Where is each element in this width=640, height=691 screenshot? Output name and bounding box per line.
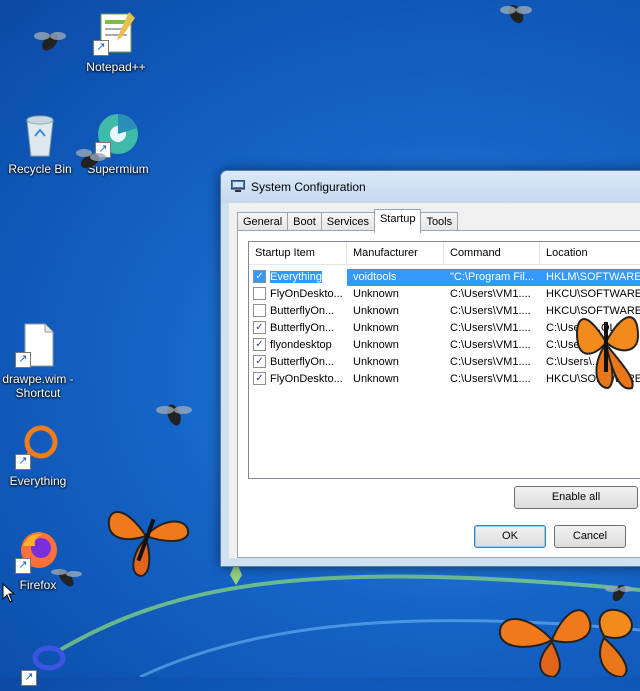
desktop-icon-label: drawpe.wim - Shortcut: [2, 372, 74, 400]
command-cell: C:\Users\VM1....: [450, 356, 531, 368]
shortcut-arrow-icon: ↗: [15, 352, 31, 368]
list-header: Startup Item Manufacturer Command Locati…: [249, 242, 640, 265]
desktop-icon-everything[interactable]: ↗ Everything: [0, 424, 76, 488]
startup-item-name: FlyOnDeskto...: [270, 373, 343, 385]
command-cell: C:\Users\VM1....: [450, 322, 531, 334]
recycle-bin-icon: [17, 112, 63, 158]
startup-item-cell: ✓ ButterflyOn...: [249, 320, 345, 337]
startup-item-name: ButterflyOn...: [270, 322, 335, 334]
manufacturer-cell: Unknown: [353, 356, 399, 368]
manufacturer-cell: Unknown: [353, 288, 399, 300]
window-title: System Configuration: [251, 180, 366, 194]
desktop-icon-partial[interactable]: ↗: [6, 640, 82, 690]
tab-services[interactable]: Services: [320, 212, 375, 232]
startup-item-cell: FlyOnDeskto...: [249, 286, 345, 303]
startup-item-cell: ButterflyOn...: [249, 303, 345, 320]
startup-item-cell: ✓ FlyOnDeskto...: [249, 371, 345, 388]
desktop-icon-label: Everything: [9, 474, 67, 488]
cancel-button[interactable]: Cancel: [554, 525, 626, 548]
butterfly-icon: [498, 608, 633, 677]
fly-icon: [500, 4, 532, 24]
enable-checkbox[interactable]: [253, 286, 266, 300]
column-header-manufacturer[interactable]: Manufacturer: [347, 242, 444, 264]
shortcut-arrow-icon: ↗: [15, 454, 31, 470]
manufacturer-cell: Unknown: [353, 339, 399, 351]
tab-startup[interactable]: Startup: [373, 209, 422, 233]
startup-item-name: ButterflyOn...: [270, 305, 335, 317]
column-header-startup-item[interactable]: Startup Item: [249, 242, 347, 264]
column-header-command[interactable]: Command: [444, 242, 540, 264]
file-icon: ↗: [15, 322, 61, 368]
mouse-cursor-icon: [2, 583, 16, 603]
command-cell: C:\Users\VM1....: [450, 373, 531, 385]
command-cell: C:\Users\VM1....: [450, 288, 531, 300]
command-cell: C:\Users\VM1....: [450, 339, 531, 351]
tab-general[interactable]: General: [237, 212, 289, 232]
desktop-icon-label: Recycle Bin: [8, 162, 72, 176]
startup-item-name: Everything: [270, 271, 322, 283]
enable-checkbox[interactable]: ✓: [253, 371, 266, 385]
startup-item-name: FlyOnDeskto...: [270, 288, 343, 300]
app-icon: ↗: [21, 640, 67, 686]
enable-all-button[interactable]: Enable all: [514, 486, 638, 509]
manufacturer-cell: Unknown: [353, 373, 399, 385]
enable-checkbox[interactable]: [253, 303, 266, 317]
startup-item-name: ButterflyOn...: [270, 356, 335, 368]
fly-icon: [51, 569, 82, 587]
enable-checkbox[interactable]: ✓: [253, 269, 266, 283]
tab-strip: General Boot Services Startup Tools: [237, 209, 459, 233]
startup-item-cell: ✓ Everything: [249, 269, 345, 286]
butterfly-icon: [576, 316, 640, 390]
manufacturer-cell: Unknown: [353, 322, 399, 334]
everything-icon: ↗: [15, 424, 61, 470]
desktop-icon-recycle-bin[interactable]: Recycle Bin: [2, 112, 78, 176]
title-bar[interactable]: System Configuration: [221, 171, 640, 203]
startup-item-cell: ✓ ButterflyOn...: [249, 354, 345, 371]
startup-item-cell: ✓ flyondesktop: [249, 337, 345, 354]
tab-boot[interactable]: Boot: [287, 212, 322, 232]
startup-item-name: flyondesktop: [270, 339, 332, 351]
manufacturer-cell: Unknown: [353, 305, 399, 317]
desktop-icon-drawpe-shortcut[interactable]: ↗ drawpe.wim - Shortcut: [0, 322, 76, 400]
command-cell: C:\Users\VM1....: [450, 305, 531, 317]
desktop-icon-notepad-plus-plus[interactable]: ↗ Notepad++: [78, 10, 154, 74]
shortcut-arrow-icon: ↗: [15, 558, 31, 574]
desktop-icon-label: Notepad++: [86, 60, 146, 74]
shortcut-arrow-icon: ↗: [21, 670, 37, 686]
location-cell: HKLM\SOFTWARE\W: [540, 269, 640, 286]
enable-checkbox[interactable]: ✓: [253, 337, 266, 351]
shortcut-arrow-icon: ↗: [93, 40, 109, 56]
fly-icon: [34, 32, 66, 51]
notepad-plus-plus-icon: ↗: [93, 10, 139, 56]
startup-item-row[interactable]: ✓ Everything voidtools "C:\Program Fil... HK…: [249, 269, 640, 286]
ok-button[interactable]: OK: [474, 525, 546, 548]
butterfly-icon: [107, 511, 190, 578]
tab-tools[interactable]: Tools: [420, 212, 459, 232]
manufacturer-cell: voidtools: [347, 269, 450, 286]
fly-icon: [156, 404, 192, 426]
enable-checkbox[interactable]: ✓: [253, 320, 266, 334]
enable-checkbox[interactable]: ✓: [253, 354, 266, 368]
column-header-location[interactable]: Location: [540, 242, 640, 264]
command-cell: "C:\Program Fil...: [444, 269, 546, 286]
fly-icon: [76, 149, 106, 169]
system-configuration-icon: [231, 180, 245, 192]
